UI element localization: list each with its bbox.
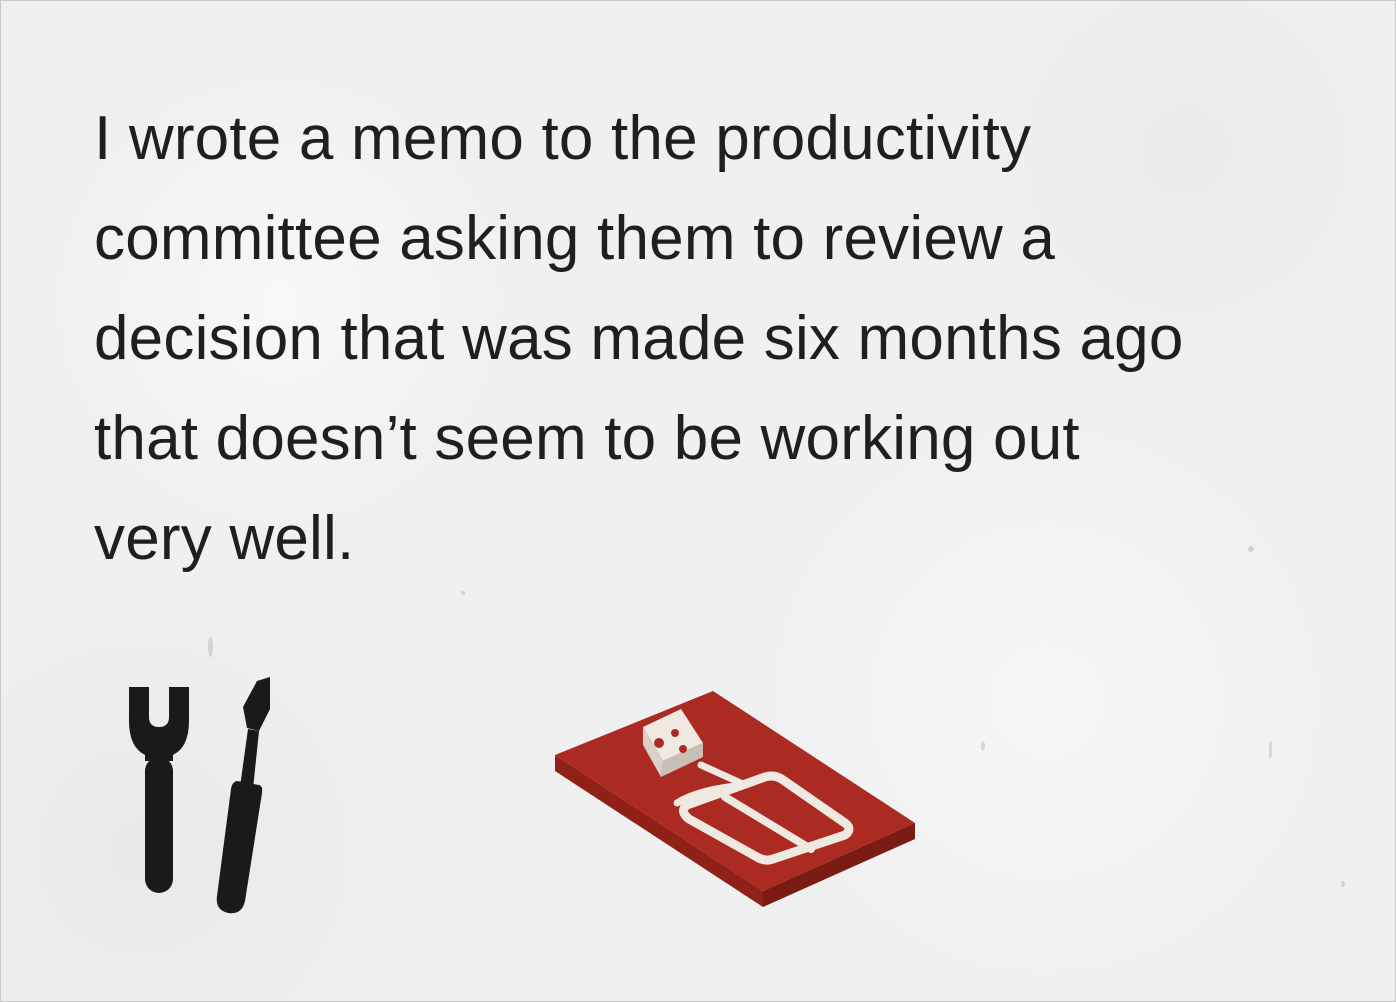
paper-speck [1341,881,1345,887]
quote-line-4: that doesn’t seem to be working out [94,404,1080,473]
quote-text: I wrote a memo to the productivity commi… [94,89,1354,589]
slide-card: I wrote a memo to the productivity commi… [0,0,1396,1002]
paper-speck [981,741,985,751]
mousetrap-icon [555,691,915,907]
quote-line-1: I wrote a memo to the productivity [94,104,1032,173]
quote-line-2: committee asking them to review a [94,204,1056,273]
paper-speck [1269,741,1272,759]
paper-speck [461,591,465,595]
wrench-screwdriver-icon [129,677,270,914]
quote-line-3: decision that was made six months ago [94,304,1184,373]
paper-speck [208,637,213,657]
quote-line-5: very well. [94,504,355,573]
